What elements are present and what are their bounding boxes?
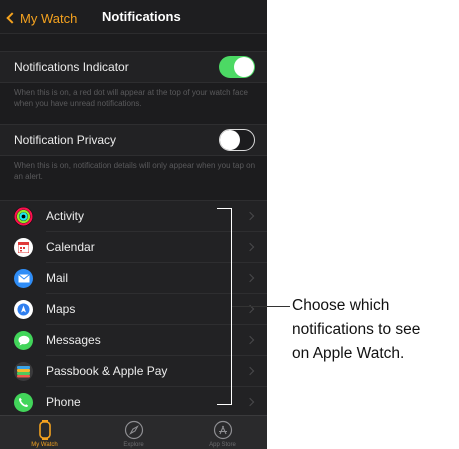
app-label: Maps xyxy=(46,302,76,316)
callout-text: Choose which notifications to see on App… xyxy=(292,294,457,366)
callout-leader-line xyxy=(232,306,290,307)
messages-icon xyxy=(14,331,33,350)
callout-bracket xyxy=(217,208,232,405)
callout-line-2: notifications to see xyxy=(292,321,421,338)
tab-label: My Watch xyxy=(31,442,58,448)
setting-label: Notification Privacy xyxy=(14,133,117,147)
app-label: Phone xyxy=(46,395,81,409)
tab-app-store[interactable]: App Store xyxy=(178,416,267,449)
back-button-label: My Watch xyxy=(20,10,78,26)
page-title: Notifications xyxy=(102,9,181,24)
navigation-bar: My Watch Notifications xyxy=(0,0,267,34)
chevron-right-icon xyxy=(245,273,255,283)
setting-label: Notifications Indicator xyxy=(14,60,129,74)
maps-icon xyxy=(14,300,33,319)
notifications-indicator-toggle[interactable] xyxy=(219,56,255,78)
app-label: Calendar xyxy=(46,240,95,254)
activity-rings-icon xyxy=(14,207,33,226)
callout-line-3: on Apple Watch. xyxy=(292,345,405,362)
tab-my-watch[interactable]: My Watch xyxy=(0,416,89,449)
setting-row-notification-privacy: Notification Privacy xyxy=(0,124,267,156)
chevron-right-icon xyxy=(245,366,255,376)
back-button[interactable]: My Watch xyxy=(6,8,77,28)
chevron-right-icon xyxy=(245,397,255,407)
calendar-icon xyxy=(14,238,33,257)
bracket-bottom-cap xyxy=(217,404,232,405)
mail-icon xyxy=(14,269,33,288)
tab-label: Explore xyxy=(123,442,144,448)
chevron-right-icon xyxy=(245,335,255,345)
chevron-right-icon xyxy=(245,242,255,252)
tab-label: App Store xyxy=(209,442,236,448)
app-label: Passbook & Apple Pay xyxy=(46,364,168,378)
tab-bar: My Watch Explore App Store xyxy=(0,415,267,449)
toggle-knob xyxy=(220,130,240,150)
chevron-left-icon xyxy=(6,12,18,24)
app-label: Mail xyxy=(46,271,69,285)
toggle-knob xyxy=(234,57,254,77)
phone-icon xyxy=(14,393,33,412)
setting-footnote: When this is on, notification details wi… xyxy=(14,161,256,181)
chevron-right-icon xyxy=(245,211,255,221)
setting-footnote: When this is on, a red dot will appear a… xyxy=(14,88,248,108)
app-label: Activity xyxy=(46,209,85,223)
notification-privacy-toggle[interactable] xyxy=(219,129,255,151)
bracket-top-cap xyxy=(217,208,232,209)
callout-line-1: Choose which xyxy=(292,297,390,314)
app-label: Messages xyxy=(46,333,101,347)
tab-explore[interactable]: Explore xyxy=(89,416,178,449)
setting-row-notifications-indicator: Notifications Indicator xyxy=(0,51,267,83)
passbook-icon xyxy=(14,362,33,381)
